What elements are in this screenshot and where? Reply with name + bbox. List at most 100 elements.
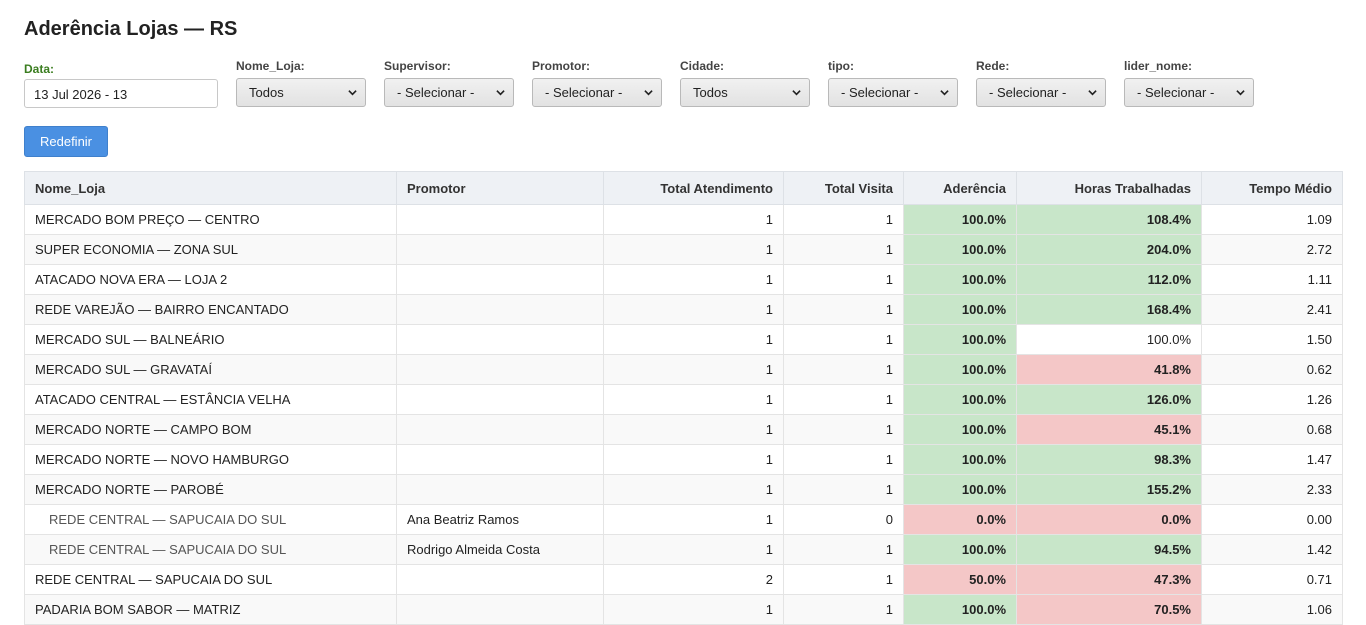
- cell-nome-loja: ATACADO CENTRAL — ESTÂNCIA VELHA: [24, 384, 397, 415]
- cell-total-atendimento: 1: [603, 354, 784, 385]
- cell-total-visita: 1: [783, 234, 904, 265]
- chevron-down-icon: [496, 90, 505, 96]
- column-header-nome-loja[interactable]: Nome_Loja: [24, 171, 397, 205]
- column-header-horas-trabalhadas[interactable]: Horas Trabalhadas: [1016, 171, 1202, 205]
- promotor-value: - Selecionar -: [545, 85, 623, 100]
- cell-total-visita: 1: [783, 594, 904, 625]
- cell-tempo-medio: 0.62: [1201, 354, 1343, 385]
- cell-aderencia: 0.0%: [903, 504, 1017, 535]
- date-range-input[interactable]: 13 Jul 2026 - 13: [24, 79, 218, 108]
- cell-horas-trabalhadas: 168.4%: [1016, 294, 1202, 325]
- table-row: REDE CENTRAL — SAPUCAIA DO SUL Ana Beatri…: [24, 504, 1343, 535]
- cell-horas-trabalhadas: 41.8%: [1016, 354, 1202, 385]
- cell-horas-trabalhadas: 98.3%: [1016, 444, 1202, 475]
- cell-total-atendimento: 1: [603, 444, 784, 475]
- chevron-down-icon: [792, 90, 801, 96]
- table-row: MERCADO SUL — GRAVATAÍ 1 1 100.0% 41.8% 0.62: [24, 354, 1343, 385]
- rede-select[interactable]: - Selecionar -: [976, 78, 1106, 107]
- tipo-select[interactable]: - Selecionar -: [828, 78, 958, 107]
- supervisor-label: Supervisor:: [384, 59, 451, 73]
- supervisor-value: - Selecionar -: [397, 85, 475, 100]
- cell-total-atendimento: 1: [603, 294, 784, 325]
- chevron-down-icon: [1088, 90, 1097, 96]
- cidade-label: Cidade:: [680, 59, 725, 73]
- table-row: MERCADO BOM PREÇO — CENTRO 1 1 100.0% 108.4%…: [24, 204, 1343, 235]
- table-row: ATACADO NOVA ERA — LOJA 2 1 1 100.0% 112.0% 1…: [24, 264, 1343, 295]
- cell-tempo-medio: 0.00: [1201, 504, 1343, 535]
- supervisor-select[interactable]: - Selecionar -: [384, 78, 514, 107]
- tipo-label: tipo:: [828, 59, 854, 73]
- cell-horas-trabalhadas: 126.0%: [1016, 384, 1202, 415]
- nome-loja-select[interactable]: Todos: [236, 78, 366, 107]
- column-header-total-visita[interactable]: Total Visita: [783, 171, 904, 205]
- cell-total-visita: 1: [783, 264, 904, 295]
- cell-nome-loja: MERCADO BOM PREÇO — CENTRO: [24, 204, 397, 235]
- cell-aderencia: 100.0%: [903, 324, 1017, 355]
- cell-total-atendimento: 1: [603, 204, 784, 235]
- cell-total-visita: 1: [783, 354, 904, 385]
- lider-nome-select[interactable]: - Selecionar -: [1124, 78, 1254, 107]
- cell-promotor: [396, 384, 604, 415]
- table-row: MERCADO NORTE — CAMPO BOM 1 1 100.0% 45.1% 0.…: [24, 414, 1343, 445]
- cell-aderencia: 100.0%: [903, 594, 1017, 625]
- cell-tempo-medio: 1.11: [1201, 264, 1343, 295]
- filter-supervisor: Supervisor: - Selecionar -: [384, 59, 514, 107]
- filter-tipo: tipo: - Selecionar -: [828, 59, 958, 107]
- cell-total-atendimento: 1: [603, 384, 784, 415]
- column-header-total-atendimento[interactable]: Total Atendimento: [603, 171, 784, 205]
- cell-nome-loja: REDE CENTRAL — SAPUCAIA DO SUL: [24, 534, 397, 565]
- cell-tempo-medio: 2.33: [1201, 474, 1343, 505]
- cell-aderencia: 100.0%: [903, 474, 1017, 505]
- cell-nome-loja: REDE CENTRAL — SAPUCAIA DO SUL: [24, 564, 397, 595]
- nome-loja-value: Todos: [249, 85, 284, 100]
- cell-promotor: [396, 234, 604, 265]
- tipo-value: - Selecionar -: [841, 85, 919, 100]
- page: Aderência Lojas — RS Data: 13 Jul 2026 -…: [0, 0, 1366, 625]
- cell-total-atendimento: 2: [603, 564, 784, 595]
- chevron-down-icon: [644, 90, 653, 96]
- cell-total-visita: 1: [783, 294, 904, 325]
- cell-horas-trabalhadas: 47.3%: [1016, 564, 1202, 595]
- cell-tempo-medio: 1.42: [1201, 534, 1343, 565]
- cell-promotor: Ana Beatriz Ramos: [396, 504, 604, 535]
- cell-aderencia: 100.0%: [903, 384, 1017, 415]
- reset-button[interactable]: Redefinir: [24, 126, 108, 157]
- page-title: Aderência Lojas — RS: [24, 18, 238, 40]
- table-header-row: Nome_Loja Promotor Total Atendimento Tot…: [24, 171, 1343, 205]
- chevron-down-icon: [940, 90, 949, 96]
- table-row: MERCADO NORTE — NOVO HAMBURGO 1 1 100.0% 98.…: [24, 444, 1343, 475]
- cell-aderencia: 100.0%: [903, 534, 1017, 565]
- cell-promotor: [396, 474, 604, 505]
- promotor-select[interactable]: - Selecionar -: [532, 78, 662, 107]
- filter-cidade: Cidade: Todos: [680, 59, 810, 107]
- cell-total-atendimento: 1: [603, 264, 784, 295]
- cell-aderencia: 100.0%: [903, 294, 1017, 325]
- column-header-tempo-medio[interactable]: Tempo Médio: [1201, 171, 1343, 205]
- cell-nome-loja: MERCADO NORTE — CAMPO BOM: [24, 414, 397, 445]
- cell-tempo-medio: 2.72: [1201, 234, 1343, 265]
- promotor-label: Promotor:: [532, 59, 590, 73]
- rede-label: Rede:: [976, 59, 1010, 73]
- cell-total-visita: 1: [783, 204, 904, 235]
- cell-promotor: [396, 354, 604, 385]
- lider-nome-value: - Selecionar -: [1137, 85, 1215, 100]
- column-header-promotor[interactable]: Promotor: [396, 171, 604, 205]
- table-row: REDE VAREJÃO — BAIRRO ENCANTADO 1 1 100.0% 1…: [24, 294, 1343, 325]
- cell-nome-loja: MERCADO NORTE — PAROBÉ: [24, 474, 397, 505]
- cell-promotor: [396, 324, 604, 355]
- cell-aderencia: 50.0%: [903, 564, 1017, 595]
- cell-total-atendimento: 1: [603, 234, 784, 265]
- rede-value: - Selecionar -: [989, 85, 1067, 100]
- cell-promotor: [396, 414, 604, 445]
- cell-total-atendimento: 1: [603, 324, 784, 355]
- column-header-aderencia[interactable]: Aderência: [903, 171, 1017, 205]
- cell-total-visita: 1: [783, 384, 904, 415]
- cell-aderencia: 100.0%: [903, 444, 1017, 475]
- cidade-select[interactable]: Todos: [680, 78, 810, 107]
- cell-tempo-medio: 1.26: [1201, 384, 1343, 415]
- chevron-down-icon: [348, 90, 357, 96]
- table-row: MERCADO SUL — BALNEÁRIO 1 1 100.0% 100.0% 1.5…: [24, 324, 1343, 355]
- cell-horas-trabalhadas: 155.2%: [1016, 474, 1202, 505]
- cell-total-atendimento: 1: [603, 414, 784, 445]
- filter-nome-loja: Nome_Loja: Todos: [236, 59, 366, 107]
